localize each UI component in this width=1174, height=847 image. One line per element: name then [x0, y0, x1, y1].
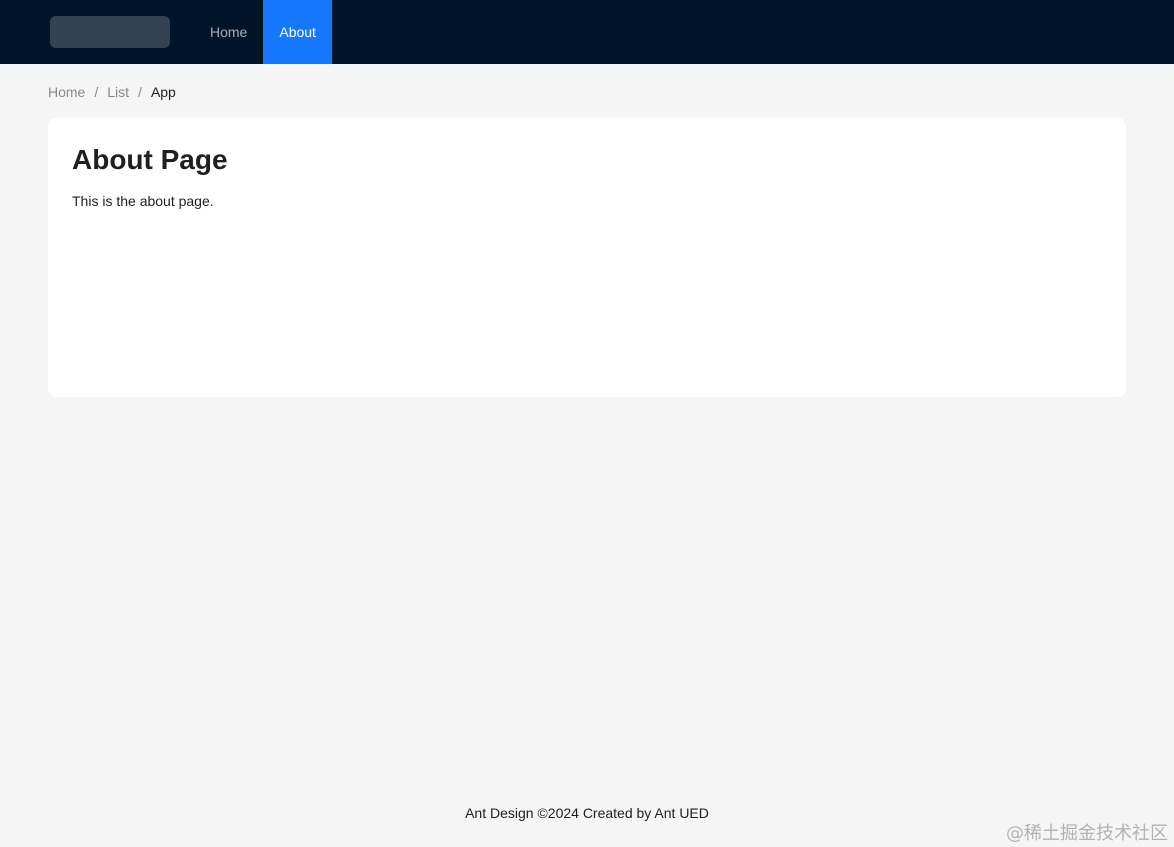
app-page: Home About Home / List / App About Page … — [0, 0, 1174, 847]
breadcrumb-separator: / — [138, 84, 142, 100]
breadcrumb-item-list[interactable]: List — [107, 84, 129, 100]
content-card: About Page This is the about page. — [48, 118, 1126, 397]
top-header: Home About — [0, 0, 1174, 64]
nav-item-home[interactable]: Home — [194, 0, 263, 64]
page-description: This is the about page. — [72, 193, 214, 209]
breadcrumb-separator: / — [94, 84, 99, 100]
top-nav-menu: Home About — [194, 0, 332, 64]
breadcrumb-item-app: App — [150, 84, 176, 100]
breadcrumb-item-home[interactable]: Home — [48, 84, 85, 100]
footer-text: Ant Design ©2024 Created by Ant UED — [465, 805, 709, 821]
watermark: @稀土掘金技术社区 — [1006, 823, 1168, 844]
nav-item-about[interactable]: About — [263, 0, 332, 64]
main-content: Home / List / App About Page This is the… — [0, 64, 1174, 397]
breadcrumb: Home / List / App — [48, 64, 1126, 118]
page-title: About Page — [72, 144, 228, 175]
logo — [50, 16, 170, 48]
